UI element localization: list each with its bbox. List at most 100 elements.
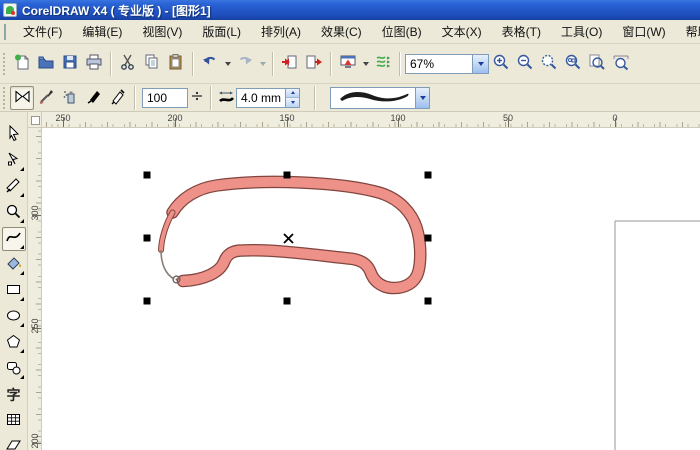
spin-down[interactable]: [286, 97, 299, 107]
zoom-out-button[interactable]: [513, 52, 537, 76]
zoom-to-selection-button[interactable]: [537, 52, 561, 76]
paste-button[interactable]: [164, 52, 188, 76]
application-launcher-button[interactable]: [336, 52, 360, 76]
smart-fill-tool[interactable]: [2, 253, 26, 277]
welcome-screen-button[interactable]: [371, 52, 395, 76]
stroke-preset-dropdown-button[interactable]: [415, 88, 429, 108]
sprayer-mode-button[interactable]: [58, 86, 82, 110]
handle-top-right[interactable]: [425, 172, 432, 179]
chevron-down-icon: [225, 62, 231, 66]
shape-tool[interactable]: [2, 149, 26, 173]
selection-center-x[interactable]: [284, 234, 293, 243]
brush-mode-button[interactable]: [34, 86, 58, 110]
horizontal-ruler[interactable]: 250 200 150 100 50 0: [42, 112, 700, 128]
zoom-out-icon: [516, 53, 534, 74]
menu-table[interactable]: 表格(T): [492, 20, 551, 43]
preset-mode-button[interactable]: [10, 86, 34, 110]
undo-button[interactable]: [198, 52, 222, 76]
polygon-tool[interactable]: [2, 331, 26, 355]
ellipse-tool[interactable]: [2, 305, 26, 329]
pressure-mode-button[interactable]: [106, 86, 130, 110]
stroke-width-field[interactable]: 4.0 mm: [236, 88, 300, 108]
menu-bitmaps[interactable]: 位图(B): [372, 20, 432, 43]
printer-icon: [85, 53, 103, 74]
zoom-level-value: 67%: [406, 57, 472, 71]
chevron-down-icon: [291, 101, 295, 104]
print-button[interactable]: [82, 52, 106, 76]
import-button[interactable]: [278, 52, 302, 76]
open-button[interactable]: [34, 52, 58, 76]
save-button[interactable]: [58, 52, 82, 76]
zoom-in-button[interactable]: [489, 52, 513, 76]
undo-dropdown[interactable]: [222, 52, 233, 76]
zoom-level-combo[interactable]: 67%: [405, 54, 489, 74]
zoom-all-icon: [564, 53, 582, 74]
import-icon: [281, 53, 299, 74]
stroke-width-icon: [216, 86, 236, 110]
separator: [330, 52, 332, 76]
separator: [314, 86, 316, 110]
drawing-canvas[interactable]: [42, 128, 700, 450]
paint-bucket-icon: [5, 255, 22, 275]
redo-dropdown[interactable]: [257, 52, 268, 76]
zoom-to-width-button[interactable]: [609, 52, 633, 76]
handle-top-center[interactable]: [284, 172, 291, 179]
interactive-tool[interactable]: [2, 435, 26, 450]
zoom-tool[interactable]: [2, 201, 26, 225]
menu-effects[interactable]: 效果(C): [311, 20, 372, 43]
title-bar[interactable]: CorelDRAW X4 ( 专业版 ) - [图形1]: [0, 0, 700, 20]
menu-edit[interactable]: 编辑(E): [72, 20, 132, 43]
handle-top-left[interactable]: [144, 172, 151, 179]
text-tool[interactable]: 字: [2, 383, 26, 407]
toolbox: 字: [0, 112, 28, 450]
zoom-to-all-objects-button[interactable]: [561, 52, 585, 76]
separator: [210, 86, 212, 110]
table-tool[interactable]: [2, 409, 26, 433]
paste-clipboard-icon: [167, 53, 185, 74]
tick: [63, 118, 64, 127]
menu-file[interactable]: 文件(F): [13, 20, 72, 43]
menu-help[interactable]: 帮助(H): [676, 20, 700, 43]
rectangle-icon: [5, 281, 22, 301]
redo-button[interactable]: [233, 52, 257, 76]
new-button[interactable]: [10, 52, 34, 76]
menu-arrange[interactable]: 排列(A): [251, 20, 311, 43]
handle-bottom-right[interactable]: [425, 298, 432, 305]
handle-bottom-left[interactable]: [144, 298, 151, 305]
menu-layout[interactable]: 版面(L): [192, 20, 251, 43]
crop-tool[interactable]: [2, 175, 26, 199]
cut-button[interactable]: [116, 52, 140, 76]
copy-button[interactable]: [140, 52, 164, 76]
zoom-to-page-button[interactable]: [585, 52, 609, 76]
propbar-grip[interactable]: [2, 87, 7, 109]
menu-text[interactable]: 文本(X): [432, 20, 492, 43]
ellipse-icon: [5, 307, 22, 327]
smoothing-slider-button[interactable]: [188, 86, 206, 110]
zoom-combo-dropdown[interactable]: [472, 55, 488, 73]
handle-middle-right[interactable]: [425, 235, 432, 242]
freehand-smoothing-field[interactable]: 100: [142, 88, 188, 108]
handle-bottom-center[interactable]: [284, 298, 291, 305]
basic-shapes-tool[interactable]: [2, 357, 26, 381]
vertical-ruler[interactable]: 300 250 200: [28, 128, 42, 450]
save-floppy-icon: [61, 53, 79, 74]
stroke-width-spinner[interactable]: [285, 89, 299, 107]
freehand-smoothing-value: 100: [143, 91, 187, 105]
stroke-preset-dropdown[interactable]: [330, 87, 430, 109]
toolbar-grip[interactable]: [2, 53, 7, 75]
launcher-dropdown[interactable]: [360, 52, 371, 76]
handle-middle-left[interactable]: [144, 235, 151, 242]
menu-tools[interactable]: 工具(O): [551, 20, 612, 43]
rectangle-tool[interactable]: [2, 279, 26, 303]
selected-artistic-media-object[interactable]: [161, 182, 420, 288]
ruler-origin[interactable]: [28, 112, 42, 128]
calligraphic-mode-button[interactable]: [82, 86, 106, 110]
basic-shapes-icon: [5, 359, 22, 379]
menu-view[interactable]: 视图(V): [132, 20, 192, 43]
pick-tool[interactable]: [2, 123, 26, 147]
menu-window[interactable]: 窗口(W): [612, 20, 675, 43]
welcome-screen-icon: [374, 53, 392, 74]
artistic-media-tool[interactable]: [2, 227, 26, 251]
spin-up[interactable]: [286, 89, 299, 98]
export-button[interactable]: [302, 52, 326, 76]
